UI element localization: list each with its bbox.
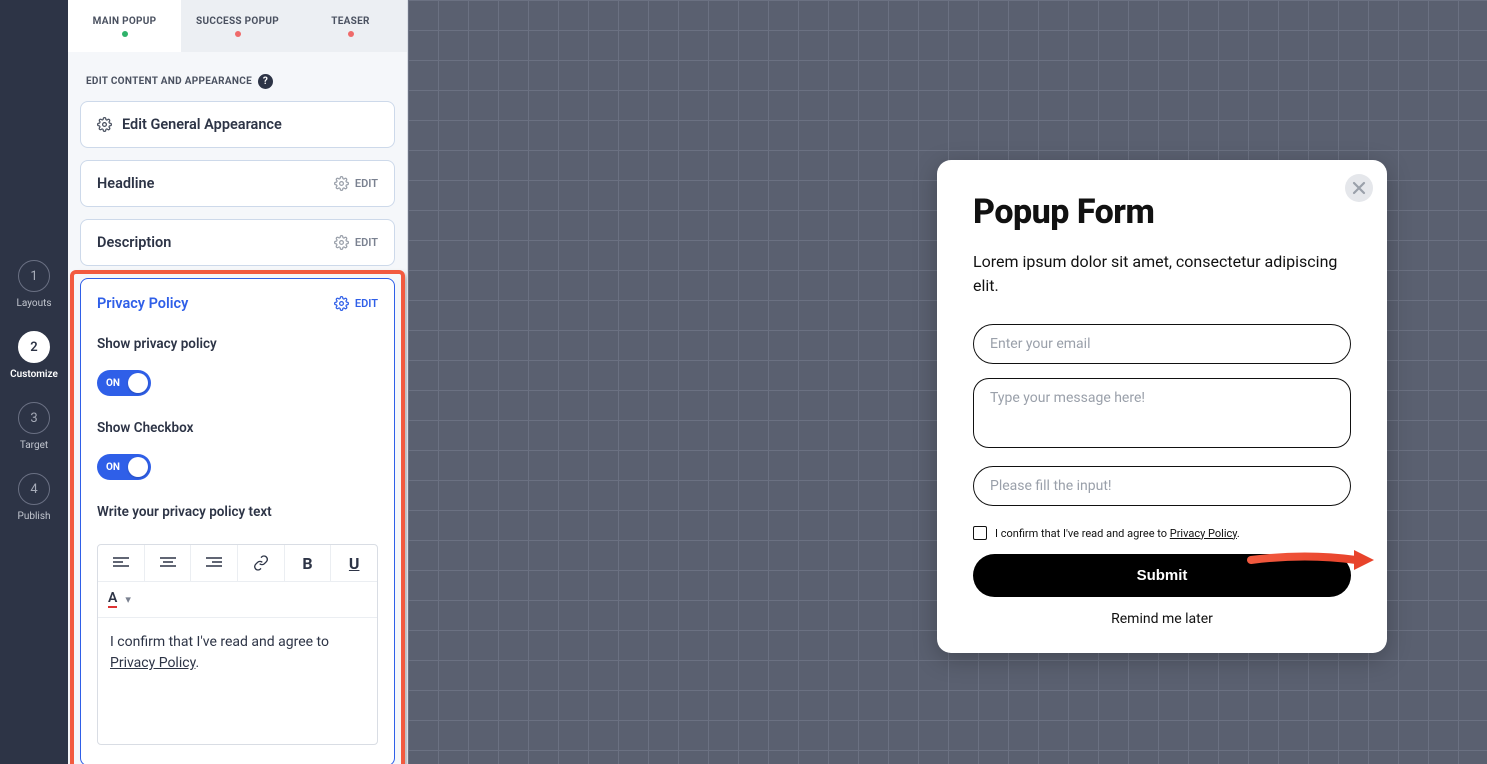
step-circle: 4 xyxy=(18,473,50,505)
rte-toolbar-row1: B U xyxy=(98,545,377,582)
align-left-icon[interactable] xyxy=(98,545,145,581)
edit-label: EDIT xyxy=(355,236,378,249)
link-icon[interactable] xyxy=(238,545,285,581)
tab-status-dot xyxy=(122,31,128,37)
card-edit: EDIT xyxy=(334,176,378,191)
show-policy-toggle[interactable]: ON xyxy=(97,370,151,396)
popup-description: Lorem ipsum dolor sit amet, consectetur … xyxy=(973,250,1351,298)
gear-icon xyxy=(334,296,349,311)
tab-label: TEASER xyxy=(331,16,370,27)
tab-label: SUCCESS POPUP xyxy=(196,16,279,27)
card-head: Privacy Policy EDIT xyxy=(97,295,378,312)
step-publish[interactable]: 4 Publish xyxy=(18,473,51,522)
toggle-knob xyxy=(128,457,148,477)
confirm-suffix: . xyxy=(1237,527,1240,540)
step-rail: 1 Layouts 2 Customize 3 Target 4 Publish xyxy=(0,0,68,764)
sidebar-tabs: MAIN POPUP SUCCESS POPUP TEASER xyxy=(68,0,407,52)
step-label: Customize xyxy=(10,369,58,380)
rte-textarea[interactable]: I confirm that I've read and agree to Pr… xyxy=(98,618,377,744)
card-title: Edit General Appearance xyxy=(122,116,282,133)
underline-icon[interactable]: U xyxy=(331,545,377,581)
confirm-row: I confirm that I've read and agree to Pr… xyxy=(973,526,1351,540)
gear-icon xyxy=(97,117,112,132)
show-checkbox-label: Show Checkbox xyxy=(97,420,378,436)
sidebar-scroll[interactable]: EDIT CONTENT AND APPEARANCE ? Edit Gener… xyxy=(68,52,407,764)
section-label-text: EDIT CONTENT AND APPEARANCE xyxy=(86,76,252,87)
rte-toolbar-row2: A ▾ xyxy=(98,582,377,618)
description-card[interactable]: Description EDIT xyxy=(80,219,395,266)
step-target[interactable]: 3 Target xyxy=(18,402,50,451)
submit-button[interactable]: Submit xyxy=(973,554,1351,597)
step-label: Target xyxy=(20,440,48,451)
edit-label: EDIT xyxy=(355,177,378,190)
email-input[interactable] xyxy=(973,324,1351,364)
step-circle: 1 xyxy=(18,260,50,292)
confirm-checkbox[interactable] xyxy=(973,526,987,540)
show-policy-label: Show privacy policy xyxy=(97,336,378,352)
rich-text-editor: B U A ▾ I confirm that I've read and agr… xyxy=(97,544,378,745)
canvas[interactable]: Popup Form Lorem ipsum dolor sit amet, c… xyxy=(408,0,1487,764)
step-circle: 2 xyxy=(18,331,50,363)
toggle-knob xyxy=(128,373,148,393)
popup-preview: Popup Form Lorem ipsum dolor sit amet, c… xyxy=(937,160,1387,653)
app-root: 1 Layouts 2 Customize 3 Target 4 Publish… xyxy=(0,0,1487,764)
tab-label: MAIN POPUP xyxy=(93,16,157,27)
step-label: Publish xyxy=(18,511,51,522)
message-textarea[interactable] xyxy=(973,378,1351,448)
edit-label: EDIT xyxy=(355,297,378,310)
gear-icon xyxy=(334,176,349,191)
confirm-link[interactable]: Privacy Policy xyxy=(1170,527,1237,540)
tab-teaser[interactable]: TEASER xyxy=(294,0,407,52)
card-title: Description xyxy=(97,234,171,251)
rte-text-link: Privacy Policy xyxy=(110,655,195,671)
generic-input[interactable] xyxy=(973,466,1351,506)
help-icon[interactable]: ? xyxy=(258,74,273,89)
card-edit[interactable]: EDIT xyxy=(334,296,378,311)
toggle-text: ON xyxy=(106,462,120,473)
bold-icon[interactable]: B xyxy=(285,545,332,581)
rte-text-prefix: I confirm that I've read and agree to xyxy=(110,634,329,650)
card-edit: EDIT xyxy=(334,235,378,250)
sidebar-panel: MAIN POPUP SUCCESS POPUP TEASER EDIT CON… xyxy=(68,0,408,764)
confirm-text: I confirm that I've read and agree to Pr… xyxy=(995,527,1240,540)
tab-success-popup[interactable]: SUCCESS POPUP xyxy=(181,0,294,52)
close-icon[interactable] xyxy=(1345,174,1373,202)
step-customize[interactable]: 2 Customize xyxy=(10,331,58,380)
gear-icon xyxy=(334,235,349,250)
card-title: Headline xyxy=(97,175,154,192)
confirm-prefix: I confirm that I've read and agree to xyxy=(995,527,1170,540)
rte-text-suffix: . xyxy=(195,655,199,671)
step-circle: 3 xyxy=(18,402,50,434)
tab-status-dot xyxy=(348,31,354,37)
step-label: Layouts xyxy=(16,298,51,309)
show-checkbox-toggle[interactable]: ON xyxy=(97,454,151,480)
remind-later-link[interactable]: Remind me later xyxy=(973,611,1351,627)
headline-card[interactable]: Headline EDIT xyxy=(80,160,395,207)
write-text-label: Write your privacy policy text xyxy=(97,504,378,520)
tab-main-popup[interactable]: MAIN POPUP xyxy=(68,0,181,52)
chevron-down-icon[interactable]: ▾ xyxy=(125,593,131,606)
text-color-icon[interactable]: A xyxy=(108,591,117,608)
edit-appearance-button[interactable]: Edit General Appearance xyxy=(80,101,395,148)
privacy-policy-card: Privacy Policy EDIT Show privacy policy … xyxy=(80,278,395,764)
align-center-icon[interactable] xyxy=(145,545,192,581)
popup-title: Popup Form xyxy=(973,192,1351,232)
section-label: EDIT CONTENT AND APPEARANCE ? xyxy=(86,74,389,89)
align-right-icon[interactable] xyxy=(191,545,238,581)
tab-status-dot xyxy=(235,31,241,37)
card-title: Privacy Policy xyxy=(97,295,188,312)
toggle-text: ON xyxy=(106,378,120,389)
step-layouts[interactable]: 1 Layouts xyxy=(16,260,51,309)
